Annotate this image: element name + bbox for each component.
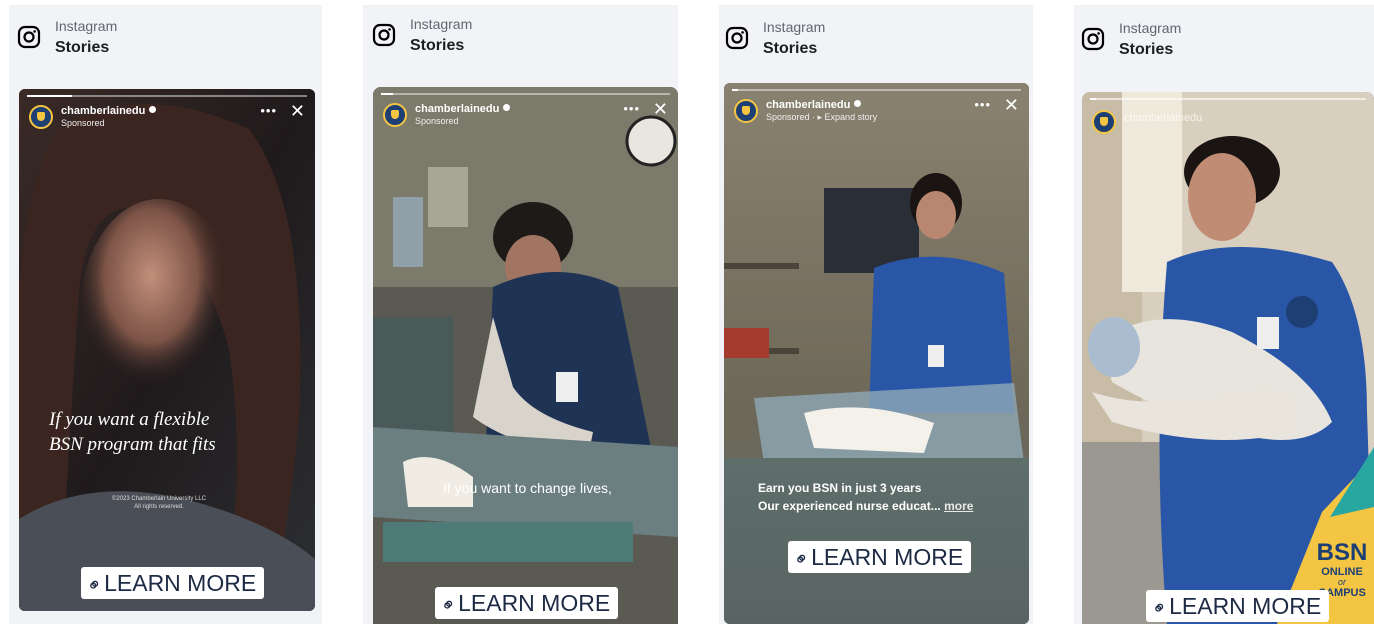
platform-label: Instagram <box>763 19 826 35</box>
instagram-icon <box>725 26 749 50</box>
close-icon[interactable]: ✕ <box>290 101 305 122</box>
story-photo-nurse-bassinet <box>373 87 678 624</box>
copyright-line-2: All rights reserved. <box>134 504 184 510</box>
close-icon[interactable]: ✕ <box>653 99 668 120</box>
account-username[interactable]: chamberlainedu <box>61 105 157 117</box>
story-ad-panel-3: Instagram Stories chamberlainedu Sponsor… <box>719 5 1033 624</box>
story-frame[interactable]: chamberlainedu Sponsored · ▸ Expand stor… <box>724 83 1029 624</box>
more-icon[interactable]: ••• <box>260 103 277 118</box>
story-frame[interactable]: chamberlainedu Sponsored ••• ✕ If you wa… <box>373 87 678 624</box>
more-icon[interactable]: ••• <box>974 97 991 112</box>
sponsored-label: Sponsored <box>415 116 459 126</box>
caption-line-1: If you want a flexible <box>49 409 210 430</box>
account-username[interactable]: chamberlainedu <box>1124 112 1202 124</box>
caption-line-2: BSN program that fits <box>49 434 216 455</box>
learn-more-label: LEARN MORE <box>811 544 964 570</box>
story-progress-bar <box>732 89 1021 91</box>
story-progress-bar <box>381 93 670 95</box>
story-frame[interactable]: chamberlainedu BSN ONLINE or CAMPUS ⚭LEA… <box>1082 92 1374 624</box>
story-ad-panel-2: Instagram Stories chamberlainedu Sponsor… <box>363 5 678 624</box>
account-username[interactable]: chamberlainedu <box>415 103 511 115</box>
placement-label: Stories <box>410 37 465 54</box>
placement-label: Stories <box>1119 41 1174 58</box>
sponsored-label: Sponsored <box>61 118 105 128</box>
learn-more-label: LEARN MORE <box>1169 593 1322 619</box>
learn-more-button[interactable]: ⚭LEARN MORE <box>81 567 265 599</box>
learn-more-button[interactable]: ⚭LEARN MORE <box>788 541 972 573</box>
placement-label: Stories <box>763 40 818 57</box>
bsn-or-text: or <box>1337 577 1346 587</box>
learn-more-label: LEARN MORE <box>458 590 611 616</box>
account-username[interactable]: chamberlainedu <box>766 99 862 111</box>
story-progress-bar <box>27 95 307 97</box>
verified-icon <box>149 106 157 113</box>
caption-more-link[interactable]: more <box>944 499 973 513</box>
copyright-line-1: ©2023 Chamberlain University LLC <box>111 496 207 502</box>
caption-subtitle: If you want to change lives, <box>443 480 612 496</box>
instagram-icon <box>1081 27 1105 51</box>
story-photo-woman <box>19 89 315 611</box>
sponsored-expand-label[interactable]: Sponsored · ▸ Expand story <box>766 112 877 123</box>
bsn-big-text: BSN <box>1316 539 1368 566</box>
platform-label: Instagram <box>1119 20 1182 36</box>
learn-more-button[interactable]: ⚭LEARN MORE <box>1146 590 1330 622</box>
brand-avatar[interactable] <box>734 99 758 123</box>
story-progress-bar <box>1090 98 1366 100</box>
story-frame[interactable]: chamberlainedu Sponsored ••• ✕ If you wa… <box>19 89 315 611</box>
brand-avatar[interactable] <box>383 103 407 127</box>
verified-icon <box>854 100 862 107</box>
platform-label: Instagram <box>55 18 118 34</box>
learn-more-button[interactable]: ⚭LEARN MORE <box>435 587 619 619</box>
close-icon[interactable]: ✕ <box>1004 95 1019 116</box>
instagram-icon <box>372 23 396 47</box>
story-ad-panel-4: Instagram Stories chamberlainedu BSN ONL… <box>1074 5 1374 624</box>
placement-label: Stories <box>55 39 110 56</box>
instagram-icon <box>17 25 41 49</box>
brand-avatar[interactable] <box>29 105 53 129</box>
story-ad-panel-1: Instagram Stories chamberlainedu Sponsor… <box>9 5 322 624</box>
brand-avatar[interactable] <box>1092 110 1116 134</box>
verified-icon <box>503 104 511 111</box>
learn-more-label: LEARN MORE <box>104 570 257 596</box>
more-icon[interactable]: ••• <box>623 101 640 116</box>
caption-body-text: Our experienced nurse educat... <box>758 499 941 513</box>
caption-body: Our experienced nurse educat... more <box>758 497 973 516</box>
caption-headline: Earn you BSN in just 3 years <box>758 481 922 495</box>
platform-label: Instagram <box>410 16 473 32</box>
